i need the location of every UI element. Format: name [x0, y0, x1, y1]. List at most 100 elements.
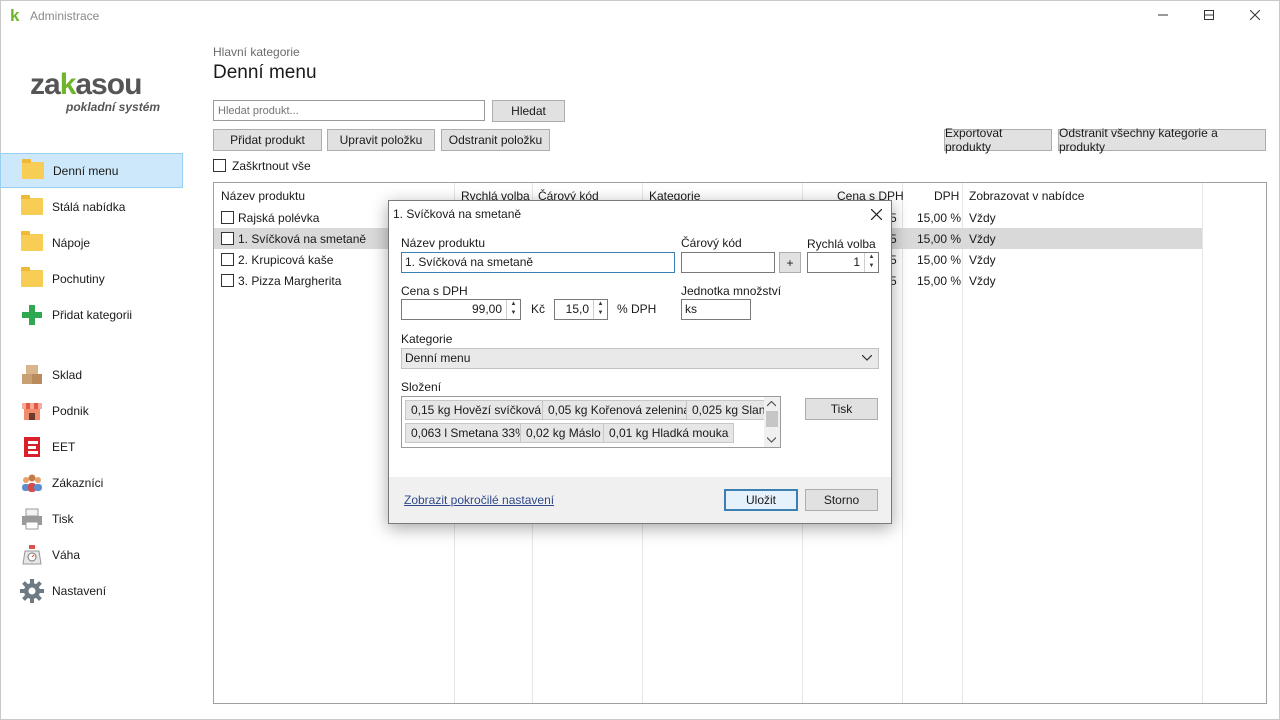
save-button[interactable]: Uložit	[724, 489, 798, 511]
dialog-footer: Zobrazit pokročilé nastavení Uložit Stor…	[389, 477, 891, 523]
barcode-add-button[interactable]: +	[779, 252, 801, 273]
sidebar-item-label: Nastavení	[52, 583, 107, 598]
sidebar-item-zakaznici[interactable]: Zákazníci	[0, 465, 183, 500]
currency-label: Kč	[531, 302, 546, 316]
logo: zakasou pokladní systém	[30, 70, 170, 120]
folder-icon	[20, 267, 44, 290]
barcode-label: Čárový kód	[681, 236, 742, 250]
close-icon	[870, 208, 882, 220]
stepper-down-icon[interactable]: ▼	[507, 309, 520, 318]
close-window-button[interactable]	[1232, 0, 1278, 30]
sidebar-item-pochutiny[interactable]: Pochutiny	[0, 261, 183, 296]
ingredient-chip[interactable]: 0,01 kg Hladká mouka	[603, 423, 735, 443]
sidebar-item-napoje[interactable]: Nápoje	[0, 225, 183, 260]
vat-suffix-label: % DPH	[617, 302, 657, 316]
dialog-close-button[interactable]	[867, 206, 885, 222]
sidebar-item-label: Váha	[52, 547, 81, 562]
category-select[interactable]: Denní menu	[401, 348, 879, 369]
edit-item-button[interactable]: Upravit položku	[327, 129, 435, 151]
breadcrumb[interactable]: Hlavní kategorie	[213, 45, 300, 59]
cancel-button[interactable]: Storno	[805, 489, 878, 511]
sidebar-item-denni-menu[interactable]: Denní menu	[0, 153, 183, 188]
delete-all-button[interactable]: Odstranit všechny kategorie a produkty	[1058, 126, 1266, 154]
eet-icon	[20, 436, 44, 458]
export-products-button[interactable]: Exportovat produkty	[944, 126, 1052, 154]
search-input[interactable]	[213, 100, 485, 121]
sidebar-item-eet[interactable]: EET	[0, 429, 183, 464]
quick-select-value: 1	[853, 255, 860, 269]
column-header-show[interactable]: Zobrazovat v nabídce	[969, 189, 1084, 203]
ingredient-chip[interactable]: 0,15 kg Hovězí svíčková	[405, 400, 548, 420]
stepper-arrows[interactable]: ▲ ▼	[593, 300, 607, 319]
stepper-down-icon[interactable]: ▼	[594, 309, 607, 318]
row-checkbox[interactable]	[221, 232, 234, 245]
column-header-name[interactable]: Název produktu	[221, 189, 305, 203]
row-show: Vždy	[969, 211, 996, 225]
title-bar: k Administrace	[0, 0, 1280, 32]
edit-product-dialog: 1. Svíčková na smetaně Název produktu 1.…	[388, 200, 892, 524]
sidebar-item-sklad[interactable]: Sklad	[0, 357, 183, 392]
gear-icon	[20, 578, 44, 603]
row-checkbox[interactable]	[221, 211, 234, 224]
close-icon	[1250, 10, 1260, 20]
stepper-arrows[interactable]: ▲ ▼	[506, 300, 520, 319]
logo-text-k: k	[59, 68, 77, 101]
scale-icon	[20, 544, 44, 566]
row-checkbox[interactable]	[221, 253, 234, 266]
search-button[interactable]: Hledat	[492, 100, 565, 122]
check-all-checkbox[interactable]	[213, 159, 226, 172]
sidebar-item-label: Tisk	[52, 511, 74, 526]
ingredient-chip[interactable]: 0,02 kg Máslo	[520, 423, 607, 443]
stepper-up-icon[interactable]: ▲	[865, 253, 878, 262]
sidebar-item-label: Pochutiny	[52, 271, 105, 286]
add-product-button[interactable]: Přidat produkt	[213, 129, 322, 151]
name-label: Název produktu	[401, 236, 486, 250]
sidebar-item-vaha[interactable]: Váha	[0, 537, 183, 572]
sidebar-item-label: Stálá nabídka	[52, 199, 126, 214]
scroll-down-icon[interactable]	[767, 437, 776, 443]
row-name: 2. Krupicová kaše	[238, 253, 334, 267]
print-button[interactable]: Tisk	[805, 398, 878, 420]
scroll-thumb[interactable]	[766, 411, 778, 427]
sidebar-item-stala-nabidka[interactable]: Stálá nabídka	[0, 189, 183, 224]
advanced-settings-link[interactable]: Zobrazit pokročilé nastavení	[404, 493, 554, 507]
composition-list[interactable]: 0,15 kg Hovězí svíčková 0,05 kg Kořenová…	[401, 396, 781, 448]
quick-select-stepper[interactable]: 1 ▲ ▼	[807, 252, 879, 273]
row-vat: 15,00 %	[917, 253, 962, 267]
sidebar-item-podnik[interactable]: Podnik	[0, 393, 183, 428]
vat-stepper[interactable]: 15,0 ▲ ▼	[554, 299, 608, 320]
quick-select-label: Rychlá volba	[807, 237, 876, 251]
price-label: Cena s DPH	[401, 284, 468, 298]
stepper-up-icon[interactable]: ▲	[507, 300, 520, 309]
row-name: 1. Svíčková na smetaně	[238, 232, 367, 246]
maximize-button[interactable]	[1186, 0, 1232, 30]
price-stepper[interactable]: 99,00 ▲ ▼	[401, 299, 521, 320]
stepper-down-icon[interactable]: ▼	[865, 262, 878, 271]
minimize-button-2[interactable]	[1140, 0, 1186, 30]
unit-input[interactable]: ks	[681, 299, 751, 320]
edit-item-label: Upravit položku	[339, 133, 423, 147]
ingredient-chip[interactable]: 0,063 l Smetana 33%	[405, 423, 532, 443]
stepper-arrows[interactable]: ▲ ▼	[864, 253, 878, 272]
name-input[interactable]: 1. Svíčková na smetaně	[401, 252, 675, 273]
row-checkbox[interactable]	[221, 274, 234, 287]
cancel-button-label: Storno	[823, 493, 860, 507]
scroll-up-icon[interactable]	[767, 401, 776, 407]
ingredient-chip[interactable]: 0,05 kg Kořenová zelenina	[542, 400, 697, 420]
dialog-title: 1. Svíčková na smetaně	[393, 207, 522, 221]
sidebar-item-label: EET	[52, 439, 76, 454]
column-header-vat[interactable]: DPH	[934, 189, 959, 203]
delete-item-button[interactable]: Odstranit položku	[441, 129, 550, 151]
row-vat: 15,00 %	[917, 232, 962, 246]
composition-scrollbar[interactable]	[764, 397, 780, 447]
row-vat: 15,00 %	[917, 211, 962, 225]
barcode-input[interactable]	[681, 252, 775, 273]
sidebar-item-nastaveni[interactable]: Nastavení	[0, 573, 183, 608]
sidebar-item-label: Sklad	[52, 367, 83, 382]
sidebar-item-tisk[interactable]: Tisk	[0, 501, 183, 536]
row-show: Vždy	[969, 253, 996, 267]
search-button-label: Hledat	[511, 104, 546, 118]
vat-value: 15,0	[565, 302, 589, 316]
stepper-up-icon[interactable]: ▲	[594, 300, 607, 309]
add-category-button[interactable]: Přidat kategorii	[0, 297, 183, 332]
